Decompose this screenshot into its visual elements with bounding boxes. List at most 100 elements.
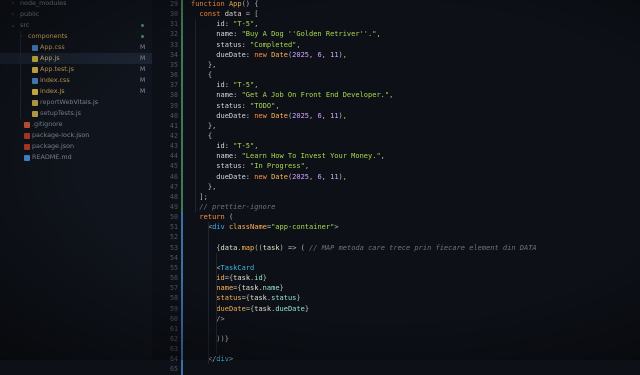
explorer-item-app-test-js[interactable]: App.test.js M (0, 64, 152, 75)
line-number: 48 (170, 192, 178, 201)
code-line[interactable]: id: "T-5", (191, 19, 258, 29)
indent-guide (208, 222, 209, 365)
code-token: Date (271, 50, 288, 59)
code-line[interactable]: name={task.name} (191, 283, 283, 293)
code-token: } (262, 274, 267, 283)
explorer-item-label: index.css (40, 76, 70, 84)
code-line[interactable]: function App() { (191, 0, 258, 9)
explorer-item-readme-md[interactable]: README.md (0, 152, 152, 163)
code-token: "T-5" (233, 20, 255, 29)
code-token: dueDate: (191, 172, 255, 181)
explorer-item-components[interactable]: › components (0, 31, 152, 42)
explorer-item-label: package.json (32, 142, 75, 150)
explorer-item-app-js[interactable]: App.js M (0, 53, 152, 64)
code-token: , (296, 40, 301, 49)
code-token: Date (271, 111, 288, 120)
code-token: name: (191, 30, 242, 39)
chevron-down-icon[interactable]: ⌄ (10, 20, 16, 31)
line-number: 51 (170, 223, 178, 232)
line-number: 52 (170, 233, 178, 242)
json-file-icon (24, 143, 30, 150)
code-line[interactable]: ))} (191, 334, 229, 344)
code-token: name (216, 284, 234, 293)
code-token: 11 (330, 172, 339, 181)
code-line[interactable]: id={task.id} (191, 273, 267, 283)
line-number: 53 (170, 243, 178, 252)
code-token: </ (191, 355, 217, 364)
code-line[interactable]: name: "Learn How To Invest Your Money.", (191, 151, 385, 161)
line-number: 61 (170, 324, 178, 333)
code-line[interactable]: <div className="app-container"> (191, 222, 339, 232)
code-line[interactable]: <TaskCard (191, 263, 254, 273)
code-token: App (228, 0, 242, 8)
line-number: 58 (170, 294, 178, 303)
explorer-item-app-css[interactable]: App.css M (0, 42, 152, 53)
line-number: 41 (170, 121, 178, 130)
explorer-item-gitignore[interactable]: .gitignore (0, 119, 152, 130)
code-token: 11 (330, 111, 339, 120)
code-token: task (254, 304, 272, 313)
code-line[interactable]: // prettier-ignore (191, 202, 275, 212)
code-token: "Buy A Dog ''Golden Retriver''." (241, 30, 377, 39)
line-number: 46 (170, 172, 178, 181)
code-line[interactable]: status: "TODO", (191, 101, 280, 111)
code-line[interactable]: dueDate: new Date(2025, 6, 11), (191, 111, 347, 121)
explorer-item-label: public (20, 10, 40, 18)
code-line[interactable]: id: "T-5", (191, 141, 258, 151)
code-token: } (296, 294, 301, 303)
code-line[interactable]: dueDate: new Date(2025, 6, 11), (191, 50, 347, 60)
md-file-icon (24, 154, 30, 161)
code-token: status: (191, 40, 251, 49)
code-token: id: (191, 20, 234, 29)
code-token: new (254, 50, 272, 59)
explorer-item-src[interactable]: ⌄ src (0, 20, 152, 31)
explorer-item-label: src (20, 21, 30, 29)
code-line[interactable]: name: "Buy A Dog ''Golden Retriver''.", (191, 29, 380, 39)
explorer-item-setuptests-js[interactable]: setupTests.js (0, 108, 152, 119)
code-token: "Completed" (250, 40, 297, 49)
code-line[interactable]: {data.map((task) => ( // MAP metoda care… (191, 243, 536, 253)
explorer-item-package-json[interactable]: package.json (0, 141, 152, 152)
code-line[interactable]: return ( (191, 212, 233, 222)
chevron-right-icon[interactable]: › (10, 0, 16, 9)
git-modified-badge: M (140, 55, 146, 62)
code-token: dueDate (216, 304, 246, 313)
code-line[interactable]: dueDate: new Date(2025, 6, 11), (191, 172, 347, 182)
git-modified-badge: M (140, 88, 146, 95)
code-token: Date (271, 172, 288, 181)
code-line[interactable]: ]; (191, 192, 208, 202)
code-token: 2025 (292, 111, 310, 120)
code-token: TaskCard (220, 263, 255, 272)
code-line[interactable]: status: "Completed", (191, 40, 301, 50)
code-line[interactable]: </div> (191, 354, 233, 364)
code-token: status (216, 294, 242, 303)
code-line[interactable]: name: "Get A Job On Front End Developer.… (191, 90, 393, 100)
code-line[interactable]: const data = [ (191, 9, 258, 19)
line-number: 43 (170, 142, 178, 151)
explorer-item-reportwebvitals-js[interactable]: reportWebVitals.js (0, 97, 152, 108)
code-token: ]; (191, 192, 208, 201)
explorer-item-public[interactable]: › public (0, 9, 152, 20)
line-number: 45 (170, 162, 178, 171)
code-token: } (304, 304, 310, 313)
git-modified-badge: M (140, 66, 146, 73)
code-line[interactable]: id: "T-5", (191, 80, 258, 90)
code-line[interactable]: status: "In Progress", (191, 161, 309, 171)
line-number: 37 (170, 81, 178, 90)
line-number: 38 (170, 91, 178, 100)
code-token: status: (191, 162, 251, 171)
line-number: 33 (170, 40, 178, 49)
code-token: ={ (245, 304, 255, 313)
code-token: "TODO" (250, 101, 276, 110)
code-editor[interactable]: function App() { const data = [ id: "T-5… (183, 0, 640, 365)
code-token: ))} (191, 334, 229, 343)
explorer-item-index-js[interactable]: index.js M (0, 86, 152, 97)
chevron-right-icon[interactable]: › (10, 9, 16, 20)
explorer-item-node-modules[interactable]: › node_modules (0, 0, 152, 9)
code-token: "In Progress" (250, 162, 305, 171)
chevron-right-icon[interactable]: › (18, 31, 24, 42)
code-token: , (275, 101, 280, 110)
explorer-item-index-css[interactable]: index.css M (0, 75, 152, 86)
explorer-item-package-lock-json[interactable]: package-lock.json (0, 130, 152, 141)
